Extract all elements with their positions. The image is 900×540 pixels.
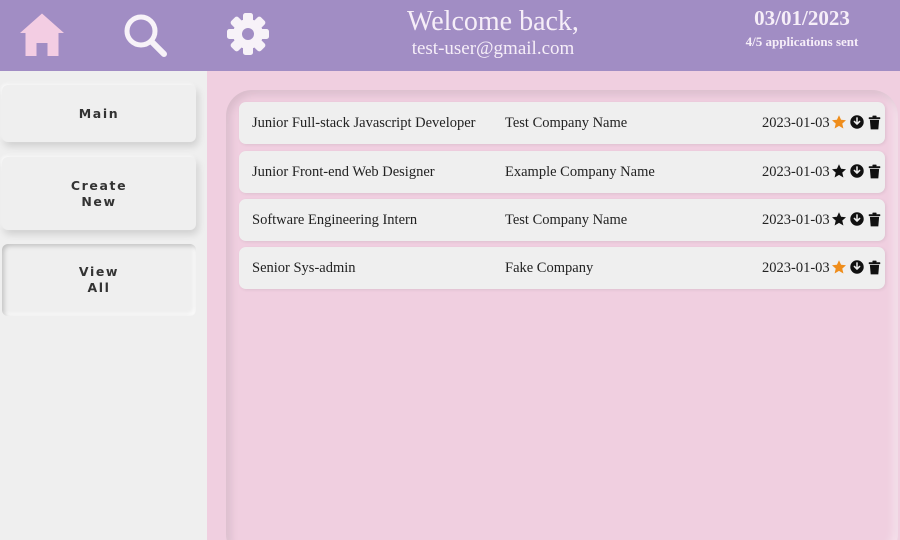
- view-all-button[interactable]: View All: [2, 244, 196, 316]
- company-name: Test Company Name: [505, 115, 628, 131]
- applications-count: 4/5 applications sent: [745, 34, 859, 49]
- gear-icon[interactable]: [225, 11, 271, 57]
- top-bar: Welcome back, test-user@gmail.com 03/01/…: [0, 0, 900, 71]
- application-row[interactable]: Junior Front-end Web Designer Example Com…: [239, 151, 885, 193]
- trash-icon[interactable]: [868, 115, 881, 130]
- trash-icon[interactable]: [868, 164, 881, 179]
- application-date: 2023-01-03: [762, 260, 830, 276]
- star-icon[interactable]: [831, 211, 847, 227]
- create-new-button-label: Create New: [70, 177, 128, 209]
- application-row[interactable]: Junior Full-stack Javascript Developer Te…: [239, 102, 885, 144]
- download-icon[interactable]: [850, 164, 864, 178]
- company-name: Fake Company: [505, 260, 594, 276]
- view-all-button-label: View All: [78, 264, 120, 295]
- job-title: Junior Front-end Web Designer: [252, 164, 435, 180]
- application-date: 2023-01-03: [762, 115, 830, 131]
- main-button-label: Main: [78, 105, 120, 121]
- application-date: 2023-01-03: [762, 212, 830, 228]
- job-title: Junior Full-stack Javascript Developer: [252, 115, 476, 131]
- user-email: test-user@gmail.com: [411, 38, 575, 59]
- company-name: Test Company Name: [505, 212, 628, 228]
- status-block: 03/01/2023 4/5 applications sent: [712, 6, 892, 50]
- job-title: Software Engineering Intern: [252, 212, 418, 228]
- current-date: 03/01/2023: [754, 6, 850, 30]
- job-title: Senior Sys-admin: [252, 260, 356, 276]
- create-new-button[interactable]: Create New: [2, 157, 196, 230]
- star-icon[interactable]: [831, 259, 847, 275]
- company-name: Example Company Name: [505, 164, 655, 180]
- application-date: 2023-01-03: [762, 164, 830, 180]
- search-icon[interactable]: [122, 12, 168, 58]
- main-button[interactable]: Main: [2, 85, 196, 142]
- trash-icon[interactable]: [868, 260, 881, 275]
- application-row[interactable]: Senior Sys-admin Fake Company 2023-01-03: [239, 247, 885, 289]
- trash-icon[interactable]: [868, 212, 881, 227]
- application-row[interactable]: Software Engineering Intern Test Company …: [239, 199, 885, 241]
- download-icon[interactable]: [850, 212, 864, 226]
- home-icon[interactable]: [19, 12, 65, 58]
- welcome-title: Welcome back,: [407, 6, 579, 37]
- download-icon[interactable]: [850, 115, 864, 129]
- sidebar: Main Create New View All: [0, 71, 207, 540]
- star-icon[interactable]: [831, 163, 847, 179]
- star-icon[interactable]: [831, 114, 847, 130]
- download-icon[interactable]: [850, 260, 864, 274]
- welcome-block: Welcome back, test-user@gmail.com: [343, 6, 643, 60]
